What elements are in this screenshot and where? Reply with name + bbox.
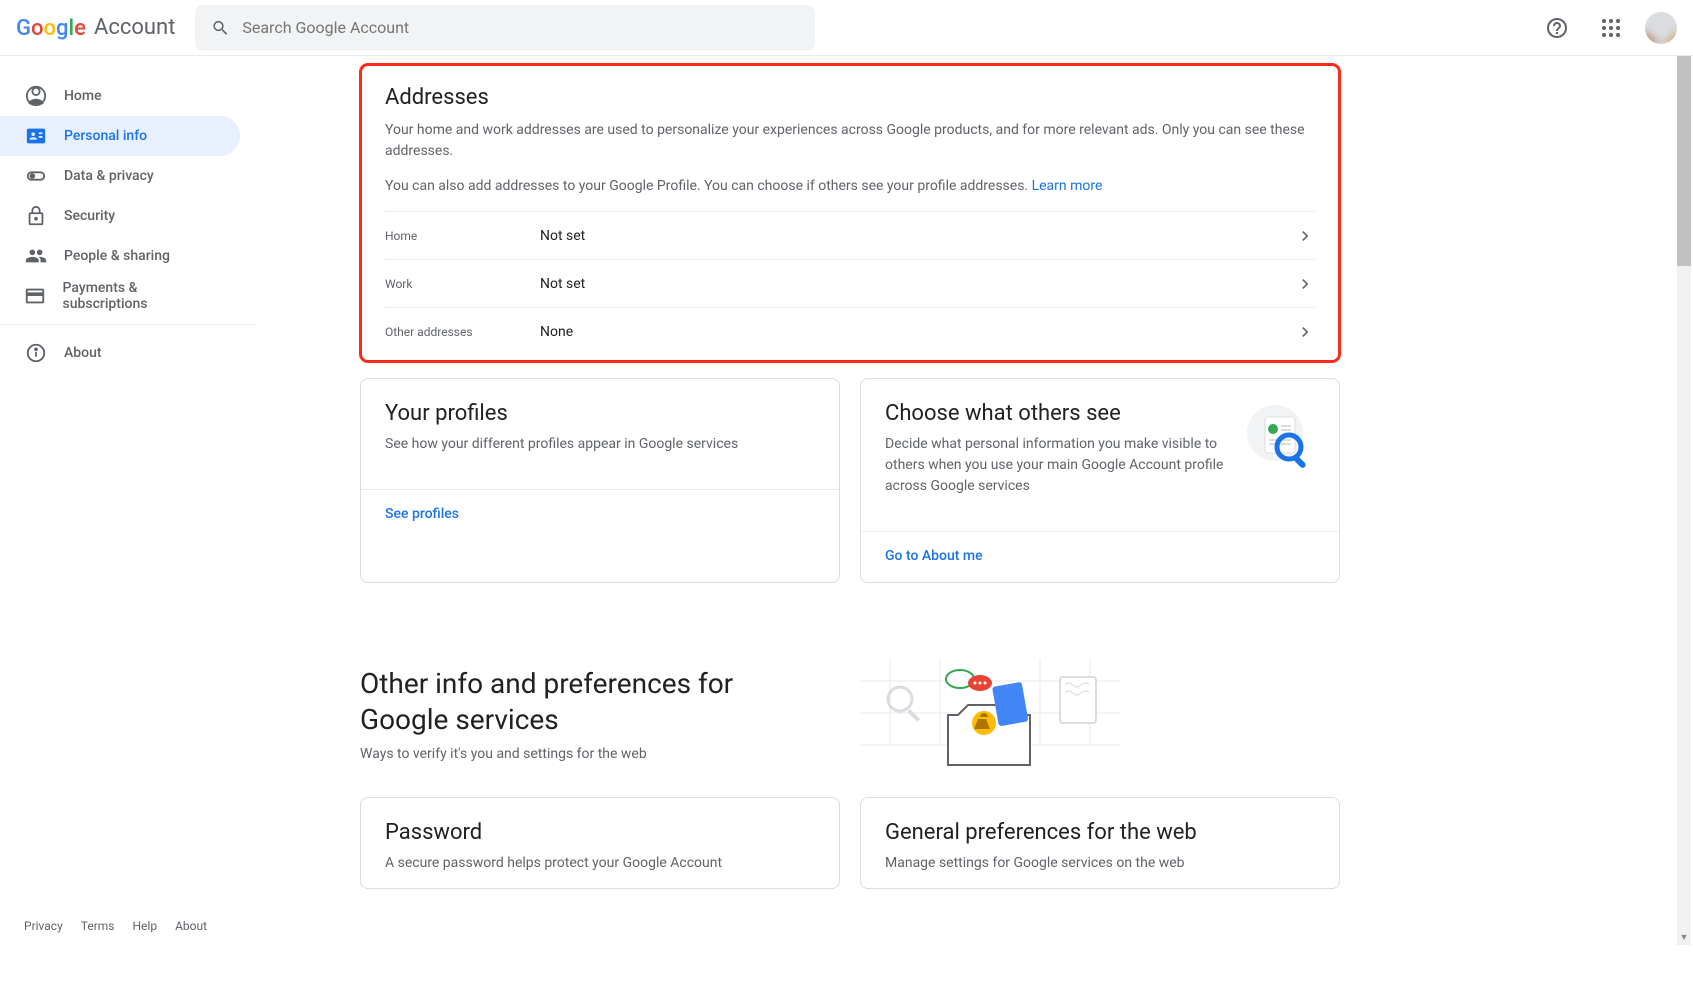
sidebar-nav: Home Personal info Data & privacy Securi… (0, 56, 280, 945)
row-value: Not set (540, 228, 1295, 244)
prefs-title: General preferences for the web (885, 820, 1315, 845)
sidebar-item-personal-info[interactable]: Personal info (0, 116, 240, 156)
footer-about-link[interactable]: About (175, 919, 207, 933)
password-title: Password (385, 820, 815, 845)
sidebar-item-data-privacy[interactable]: Data & privacy (0, 156, 240, 196)
home-icon (24, 84, 48, 108)
others-desc: Decide what personal information you mak… (885, 434, 1227, 497)
apps-button[interactable] (1591, 8, 1631, 48)
addresses-title: Addresses (385, 85, 1315, 110)
other-info-header: Other info and preferences for Google se… (360, 659, 1340, 769)
scroll-down-button[interactable]: ▼ (1677, 929, 1691, 945)
apps-grid-icon (1599, 16, 1623, 40)
sidebar-item-label: Payments & subscriptions (63, 280, 216, 312)
sidebar-item-payments[interactable]: Payments & subscriptions (0, 276, 240, 316)
others-title: Choose what others see (885, 401, 1227, 426)
logo[interactable]: Google Account (16, 15, 175, 40)
bottom-cards: Password A secure password helps protect… (360, 797, 1340, 905)
learn-more-link[interactable]: Learn more (1032, 178, 1103, 194)
row-label: Home (385, 229, 540, 243)
id-card-icon (24, 124, 48, 148)
sidebar-item-label: About (64, 345, 102, 361)
two-column-cards: Your profiles See how your different pro… (360, 378, 1340, 599)
sidebar-item-label: Home (64, 88, 102, 104)
prefs-desc: Manage settings for Google services on t… (885, 853, 1315, 874)
sidebar-item-people-sharing[interactable]: People & sharing (0, 236, 240, 276)
card-icon (24, 284, 47, 308)
sidebar-item-label: People & sharing (64, 248, 170, 264)
chevron-right-icon (1295, 226, 1315, 246)
sidebar-item-label: Personal info (64, 128, 147, 144)
choose-others-card: Choose what others see Decide what perso… (860, 378, 1340, 583)
row-value: Not set (540, 276, 1295, 292)
go-to-about-me-link[interactable]: Go to About me (861, 531, 1339, 582)
addresses-description-2: You can also add addresses to your Googl… (385, 176, 1315, 197)
sidebar-divider (0, 324, 256, 325)
search-input[interactable] (242, 18, 799, 37)
footer-privacy-link[interactable]: Privacy (24, 919, 63, 933)
see-profiles-link[interactable]: See profiles (361, 489, 839, 540)
password-desc: A secure password helps protect your Goo… (385, 853, 815, 874)
main-content: Addresses Your home and work addresses a… (280, 56, 1380, 1005)
profile-search-illustration-icon (1243, 401, 1315, 473)
footer-terms-link[interactable]: Terms (81, 919, 115, 933)
row-label: Other addresses (385, 325, 540, 339)
scrollbar-thumb[interactable] (1677, 56, 1691, 266)
help-icon (1545, 16, 1569, 40)
sidebar-item-about[interactable]: About (0, 333, 240, 373)
other-info-subtitle: Ways to verify it's you and settings for… (360, 746, 780, 762)
sidebar-footer-links: Privacy Terms Help About (24, 919, 207, 933)
row-value: None (540, 324, 1295, 340)
sidebar-item-security[interactable]: Security (0, 196, 240, 236)
toggle-icon (24, 164, 48, 188)
search-icon (211, 18, 230, 38)
lock-icon (24, 204, 48, 228)
preferences-illustration-icon (860, 659, 1120, 769)
address-row-work[interactable]: Work Not set (385, 259, 1315, 307)
chevron-right-icon (1295, 322, 1315, 342)
profiles-card: Your profiles See how your different pro… (360, 378, 840, 583)
row-label: Work (385, 277, 540, 291)
scrollbar-track[interactable]: ▲ ▼ (1677, 56, 1691, 945)
info-icon (24, 341, 48, 365)
google-logo-icon: Google (16, 16, 90, 40)
header-bar: Google Account (0, 0, 1693, 56)
people-icon (24, 244, 48, 268)
profiles-desc: See how your different profiles appear i… (385, 434, 815, 455)
sidebar-item-home[interactable]: Home (0, 76, 240, 116)
other-info-title: Other info and preferences for Google se… (360, 666, 780, 739)
product-name: Account (94, 15, 175, 40)
general-prefs-card[interactable]: General preferences for the web Manage s… (860, 797, 1340, 889)
addresses-card: Addresses Your home and work addresses a… (360, 64, 1340, 362)
sidebar-item-label: Security (64, 208, 115, 224)
sidebar-item-label: Data & privacy (64, 168, 154, 184)
password-card[interactable]: Password A secure password helps protect… (360, 797, 840, 889)
search-box[interactable] (195, 5, 815, 51)
addresses-description-1: Your home and work addresses are used to… (385, 120, 1315, 162)
profiles-title: Your profiles (385, 401, 815, 426)
header-actions (1537, 8, 1677, 48)
account-avatar[interactable] (1645, 12, 1677, 44)
address-row-other[interactable]: Other addresses None (385, 307, 1315, 355)
address-row-home[interactable]: Home Not set (385, 211, 1315, 259)
chevron-right-icon (1295, 274, 1315, 294)
svg-text:Google: Google (16, 16, 86, 40)
footer-help-link[interactable]: Help (133, 919, 158, 933)
help-button[interactable] (1537, 8, 1577, 48)
